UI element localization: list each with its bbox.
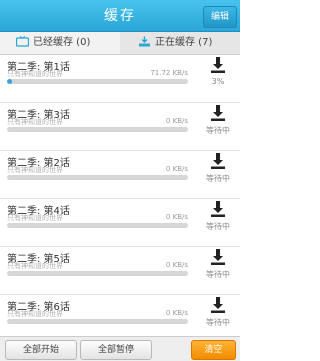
- list-item[interactable]: 第二季: 第5话 只有神知道的世界 0 KB/s 等待中: [0, 247, 240, 295]
- progress-bar: [7, 127, 188, 132]
- tab-downloading-label: 正在缓存 (7): [155, 37, 213, 48]
- pause-all-button[interactable]: 全部暂停: [80, 340, 152, 360]
- tv-icon: [16, 36, 29, 47]
- progress-bar: [7, 223, 188, 228]
- download-icon[interactable]: [209, 296, 227, 314]
- series-name: 只有神知道的世界: [7, 166, 63, 174]
- download-list[interactable]: 第二季: 第1话 只有神知道的世界 71.72 KB/s 3% 第二季: 第3话…: [0, 55, 240, 335]
- list-item[interactable]: 第二季: 第6话 只有神知道的世界 0 KB/s 等待中: [0, 295, 240, 335]
- progress-bar: [7, 175, 188, 180]
- series-name: 只有神知道的世界: [7, 262, 63, 270]
- progress-bar: [7, 319, 188, 324]
- download-icon[interactable]: [209, 248, 227, 266]
- start-all-button[interactable]: 全部开始: [5, 340, 77, 360]
- series-name: 只有神知道的世界: [7, 214, 63, 222]
- download-status: 3%: [211, 77, 225, 86]
- tab-downloaded[interactable]: 已经缓存 (0): [0, 32, 120, 54]
- download-icon[interactable]: [209, 200, 227, 218]
- tab-downloaded-label: 已经缓存 (0): [33, 37, 91, 48]
- series-name: 只有神知道的世界: [7, 310, 63, 318]
- download-speed: 0 KB/s: [165, 213, 188, 221]
- tab-bar: 已经缓存 (0) 正在缓存 (7): [0, 32, 240, 55]
- download-status: 等待中: [206, 270, 230, 279]
- download-speed: 0 KB/s: [165, 165, 188, 173]
- download-status: 等待中: [206, 126, 230, 135]
- progress-fill: [7, 79, 13, 84]
- download-status: 等待中: [206, 174, 230, 183]
- clear-button[interactable]: 清空: [191, 340, 236, 360]
- download-speed: 0 KB/s: [165, 309, 188, 317]
- list-item[interactable]: 第二季: 第3话 只有神知道的世界 0 KB/s 等待中: [0, 103, 240, 151]
- download-status: 等待中: [206, 222, 230, 231]
- download-speed: 0 KB/s: [165, 117, 188, 125]
- list-item[interactable]: 第二季: 第1话 只有神知道的世界 71.72 KB/s 3%: [0, 55, 240, 103]
- list-item[interactable]: 第二季: 第2话 只有神知道的世界 0 KB/s 等待中: [0, 151, 240, 199]
- tab-downloading[interactable]: 正在缓存 (7): [120, 32, 240, 54]
- download-tray-icon: [139, 36, 150, 47]
- download-status: 等待中: [206, 318, 230, 327]
- top-bar: 缓存 编辑: [0, 0, 240, 32]
- download-icon[interactable]: [209, 104, 227, 122]
- series-name: 只有神知道的世界: [7, 118, 63, 126]
- series-name: 只有神知道的世界: [7, 70, 63, 78]
- bottom-toolbar: 全部开始 全部暂停 清空: [0, 336, 240, 361]
- download-icon[interactable]: [209, 56, 227, 74]
- download-speed: 71.72 KB/s: [150, 69, 188, 77]
- download-speed: 0 KB/s: [165, 261, 188, 269]
- list-item[interactable]: 第二季: 第4话 只有神知道的世界 0 KB/s 等待中: [0, 199, 240, 247]
- progress-bar: [7, 79, 188, 84]
- progress-bar: [7, 271, 188, 276]
- download-icon[interactable]: [209, 152, 227, 170]
- edit-button[interactable]: 编辑: [203, 6, 237, 28]
